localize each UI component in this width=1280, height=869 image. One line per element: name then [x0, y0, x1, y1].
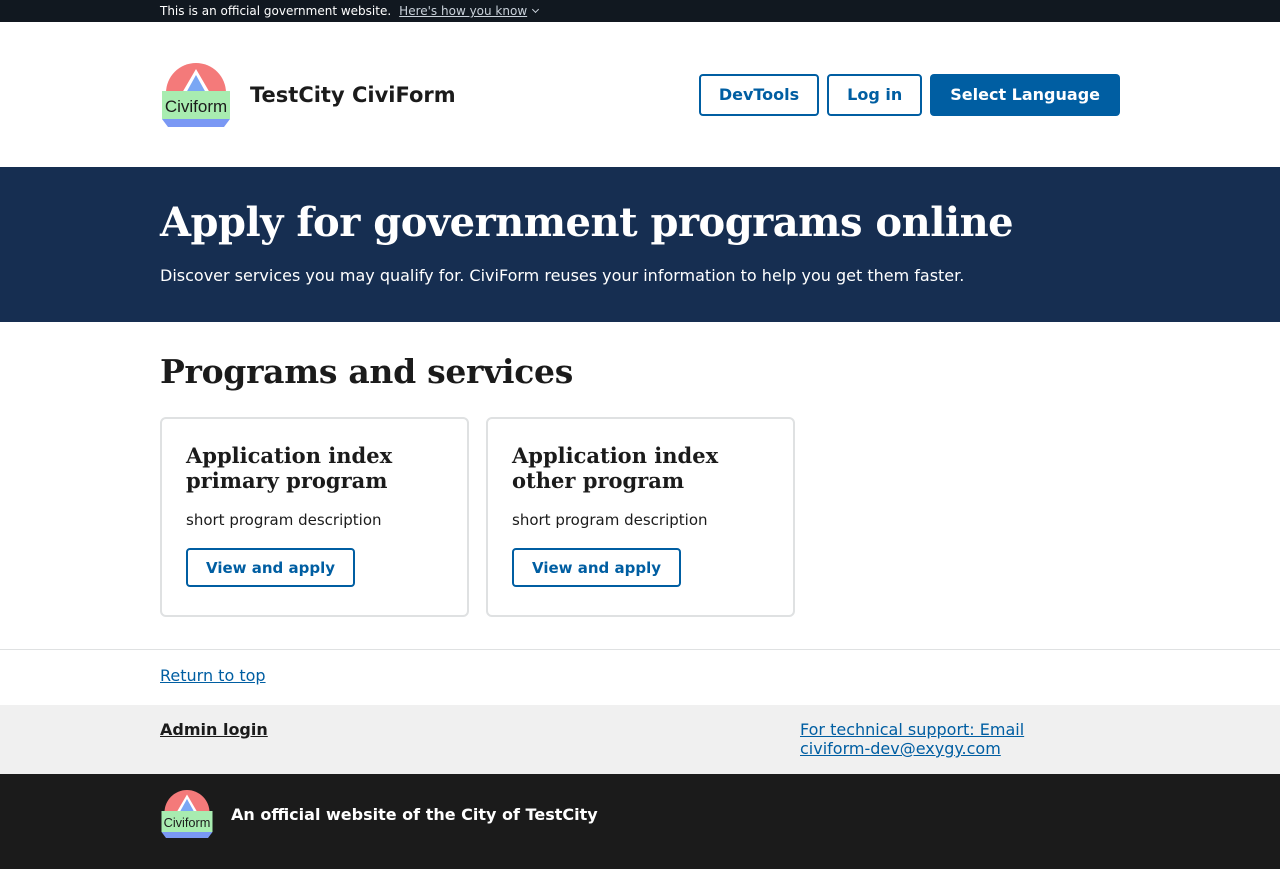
program-title: Application index other program	[512, 443, 719, 493]
programs-heading: Programs and services	[160, 352, 574, 391]
brand-link[interactable]: Civiform TestCity CiviForm	[160, 62, 456, 127]
chevron-down-icon	[532, 5, 540, 14]
civiform-logo: Civiform	[162, 62, 230, 127]
admin-login-link[interactable]: Admin login	[160, 720, 800, 758]
program-card: Application index primary program short …	[160, 417, 469, 617]
logo-text: Civiform	[164, 815, 211, 830]
site-header: Civiform TestCity CiviForm DevTools Log …	[0, 22, 1280, 167]
devtools-button[interactable]: DevTools	[698, 73, 820, 116]
how-you-know-label: Here's how you know	[399, 4, 528, 18]
return-to-top-link[interactable]: Return to top	[160, 666, 266, 685]
gov-banner: This is an official government website. …	[0, 0, 1280, 22]
site-title: TestCity CiviForm	[250, 82, 456, 107]
how-you-know-link[interactable]: Here's how you know	[399, 4, 540, 18]
gov-banner-text: This is an official government website.	[160, 4, 392, 18]
footer-secondary: Admin login For technical support: Email…	[0, 705, 1280, 774]
program-title: Application index primary program	[186, 443, 393, 493]
logo-text: Civiform	[165, 97, 227, 116]
program-card: Application index other program short pr…	[486, 417, 795, 617]
program-cards: Application index primary program short …	[160, 417, 1120, 617]
programs-section: Programs and services Application index …	[0, 322, 1280, 617]
technical-support-link[interactable]: For technical support: Email civiform-de…	[800, 720, 1090, 758]
view-and-apply-button[interactable]: View and apply	[512, 548, 682, 587]
view-and-apply-button[interactable]: View and apply	[186, 548, 356, 587]
hero-title: Apply for government programs online	[160, 199, 1014, 246]
login-button[interactable]: Log in	[827, 73, 923, 116]
program-description: short program description	[186, 511, 382, 529]
program-description: short program description	[512, 511, 708, 529]
return-to-top-bar: Return to top	[0, 649, 1280, 705]
hero-section: Apply for government programs online Dis…	[0, 167, 1280, 322]
official-website-text: An official website of the City of TestC…	[231, 804, 598, 824]
civiform-logo: Civiform	[161, 790, 213, 838]
hero-subtitle: Discover services you may qualify for. C…	[160, 266, 965, 285]
footer-identifier: Civiform An official website of the City…	[0, 774, 1280, 869]
select-language-button[interactable]: Select Language	[930, 73, 1120, 116]
header-actions: DevTools Log in Select Language	[698, 73, 1120, 116]
